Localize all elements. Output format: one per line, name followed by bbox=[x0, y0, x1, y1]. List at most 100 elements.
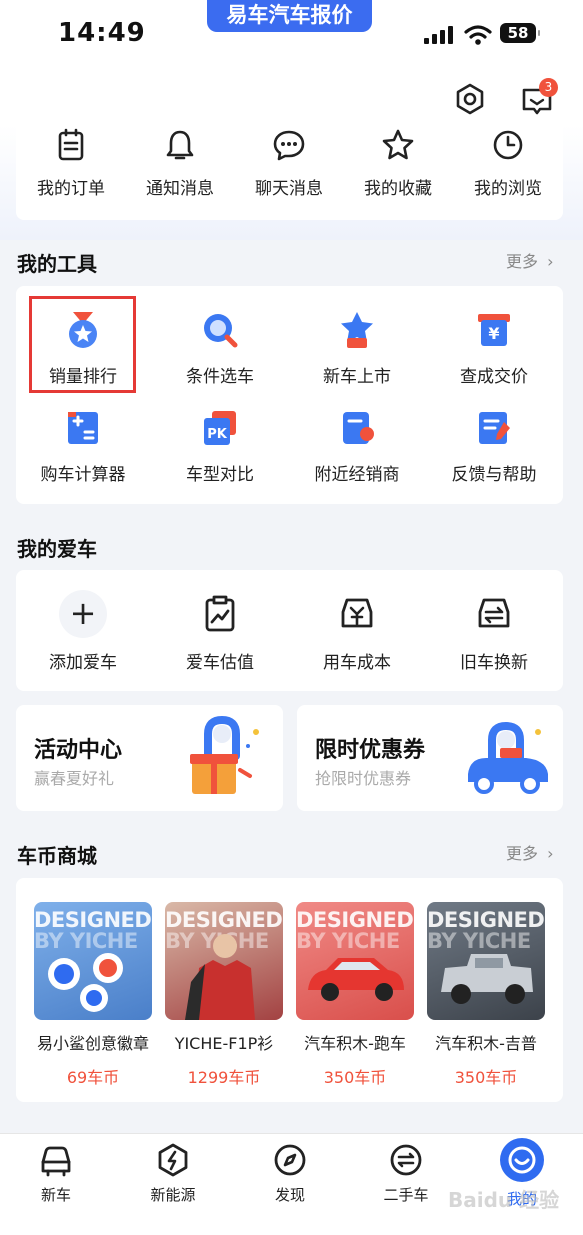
mall-section-title: 车币商城 bbox=[17, 844, 97, 868]
brick-jeep-graphic bbox=[441, 954, 533, 1004]
more-label: 更多 bbox=[506, 252, 539, 271]
quick-link-label: 我的浏览 bbox=[474, 179, 542, 199]
product-image: DESIGNED BY YICHE bbox=[296, 902, 414, 1020]
tab-discover[interactable]: 发现 bbox=[250, 1142, 330, 1205]
status-bar: 14:49 易车汽车报价 58 bbox=[0, 0, 583, 70]
wifi-icon bbox=[464, 25, 492, 45]
tool-label: 购车计算器 bbox=[40, 465, 126, 485]
tab-new-car[interactable]: 新车 bbox=[16, 1142, 96, 1205]
tool-label: 反馈与帮助 bbox=[451, 465, 537, 485]
calculator-icon bbox=[68, 412, 98, 444]
product-image: DESIGNED BY YICHE bbox=[165, 902, 283, 1020]
mall-more-link[interactable]: 更多 › bbox=[506, 840, 554, 864]
tool-new-cars[interactable]: 新车上市 bbox=[303, 310, 411, 387]
back-to-app-badge[interactable]: 易车汽车报价 bbox=[207, 0, 372, 32]
product-card[interactable]: DESIGNED BY YICHE 汽车积木-跑车 350车币 bbox=[296, 902, 414, 1088]
car-front-icon bbox=[41, 1146, 71, 1177]
coupon-subtitle: 抢限时优惠券 bbox=[315, 769, 412, 788]
quick-link-notifications[interactable]: 通知消息 bbox=[137, 128, 223, 199]
tool-filter-car[interactable]: 条件选车 bbox=[166, 310, 274, 387]
search-car-icon bbox=[204, 314, 238, 348]
quick-link-orders[interactable]: 我的订单 bbox=[28, 128, 114, 199]
price-icon: ¥ bbox=[478, 314, 510, 346]
baidu-watermark: Baidu 经验 bbox=[448, 1188, 560, 1212]
tool-feedback[interactable]: 反馈与帮助 bbox=[440, 408, 548, 485]
product-card[interactable]: DESIGNED BY YICHE 汽车积木-吉普 350车币 bbox=[427, 902, 545, 1088]
profile-icon bbox=[500, 1138, 544, 1182]
settings-icon[interactable] bbox=[453, 82, 487, 116]
product-name: 易小鲨创意徽章 bbox=[36, 1034, 149, 1053]
activity-center-title: 活动中心 bbox=[34, 738, 123, 763]
feedback-icon bbox=[479, 412, 510, 444]
product-name: 汽车积木-吉普 bbox=[435, 1034, 537, 1053]
dealer-icon bbox=[343, 412, 374, 444]
activity-center-subtitle: 赢春夏好礼 bbox=[34, 769, 115, 788]
clock-icon bbox=[493, 130, 523, 160]
trade-in-icon bbox=[478, 598, 510, 628]
svg-text:¥: ¥ bbox=[488, 324, 499, 343]
my-car-cost[interactable]: 用车成本 bbox=[303, 590, 411, 673]
my-car-valuation[interactable]: 爱车估值 bbox=[166, 590, 274, 673]
battery-indicator: 58 bbox=[500, 23, 540, 43]
cost-icon bbox=[341, 598, 373, 628]
tab-label: 二手车 bbox=[383, 1186, 429, 1204]
energy-icon bbox=[158, 1143, 188, 1177]
product-price: 350车币 bbox=[454, 1068, 518, 1087]
tool-label: 车型对比 bbox=[186, 465, 254, 485]
tab-label: 新能源 bbox=[150, 1186, 196, 1204]
product-name: YICHE-F1P衫 bbox=[174, 1034, 274, 1053]
message-count-badge: 3 bbox=[539, 78, 558, 97]
tab-label: 新车 bbox=[40, 1186, 71, 1204]
tool-car-calculator[interactable]: 购车计算器 bbox=[29, 408, 137, 485]
product-price: 350车币 bbox=[323, 1068, 387, 1087]
used-car-icon bbox=[390, 1144, 422, 1176]
product-image: DESIGNED BY YICHE bbox=[427, 902, 545, 1020]
tool-nearby-dealer[interactable]: 附近经销商 bbox=[303, 408, 411, 485]
my-car-trade-in[interactable]: 旧车换新 bbox=[440, 590, 548, 673]
tools-more-link[interactable]: 更多 › bbox=[506, 248, 554, 272]
tool-deal-price[interactable]: ¥ 查成交价 bbox=[440, 310, 548, 387]
plus-icon: + bbox=[59, 590, 107, 638]
my-car-label: 添加爱车 bbox=[49, 653, 117, 673]
status-time: 14:49 bbox=[58, 18, 146, 48]
polo-shirt-graphic bbox=[185, 934, 255, 1020]
chat-icon bbox=[273, 130, 305, 161]
quick-link-chat[interactable]: 聊天消息 bbox=[246, 128, 332, 199]
quick-link-label: 我的收藏 bbox=[364, 179, 432, 199]
coupon-title: 限时优惠券 bbox=[315, 738, 426, 763]
tool-label: 条件选车 bbox=[186, 367, 254, 387]
sales-ranking-highlight-box bbox=[29, 296, 136, 393]
tool-label: 新车上市 bbox=[323, 367, 391, 387]
brick-sports-car-graphic bbox=[308, 958, 404, 1001]
my-car-label: 爱车估值 bbox=[186, 653, 254, 673]
coupon-car-icon bbox=[468, 721, 548, 794]
tool-compare[interactable]: PK 车型对比 bbox=[166, 408, 274, 485]
chevron-right-icon: › bbox=[547, 844, 554, 863]
tab-new-energy[interactable]: 新能源 bbox=[133, 1142, 213, 1205]
order-icon bbox=[58, 128, 84, 161]
star-icon bbox=[382, 129, 414, 160]
quick-link-label: 我的订单 bbox=[37, 179, 105, 199]
badge-pins-graphic bbox=[48, 953, 123, 1012]
quick-link-favorites[interactable]: 我的收藏 bbox=[355, 128, 441, 199]
pk-icon: PK bbox=[204, 411, 236, 445]
gift-icon bbox=[190, 716, 259, 794]
valuation-icon bbox=[205, 595, 235, 632]
product-image: DESIGNED BY YICHE bbox=[34, 902, 152, 1020]
tab-used-car[interactable]: 二手车 bbox=[366, 1142, 446, 1205]
my-car-add[interactable]: + 添加爱车 bbox=[29, 590, 137, 673]
quick-link-history[interactable]: 我的浏览 bbox=[465, 128, 551, 199]
product-card[interactable]: DESIGNED BY YICHE 易小鲨创意徽章 69车币 bbox=[34, 902, 152, 1088]
bell-icon bbox=[166, 130, 194, 160]
new-car-icon bbox=[341, 312, 373, 348]
tool-label: 附近经销商 bbox=[314, 465, 400, 485]
svg-text:PK: PK bbox=[207, 427, 228, 442]
my-car-label: 旧车换新 bbox=[460, 653, 528, 673]
tool-label: 查成交价 bbox=[460, 367, 528, 387]
cellular-signal-icon bbox=[424, 26, 454, 44]
quick-link-label: 聊天消息 bbox=[255, 179, 323, 199]
product-price: 1299车币 bbox=[187, 1068, 261, 1087]
product-name: 汽车积木-跑车 bbox=[304, 1034, 406, 1053]
product-card[interactable]: DESIGNED BY YICHE YICHE-F1P衫 1299车币 bbox=[165, 902, 283, 1088]
chevron-right-icon: › bbox=[547, 252, 554, 271]
